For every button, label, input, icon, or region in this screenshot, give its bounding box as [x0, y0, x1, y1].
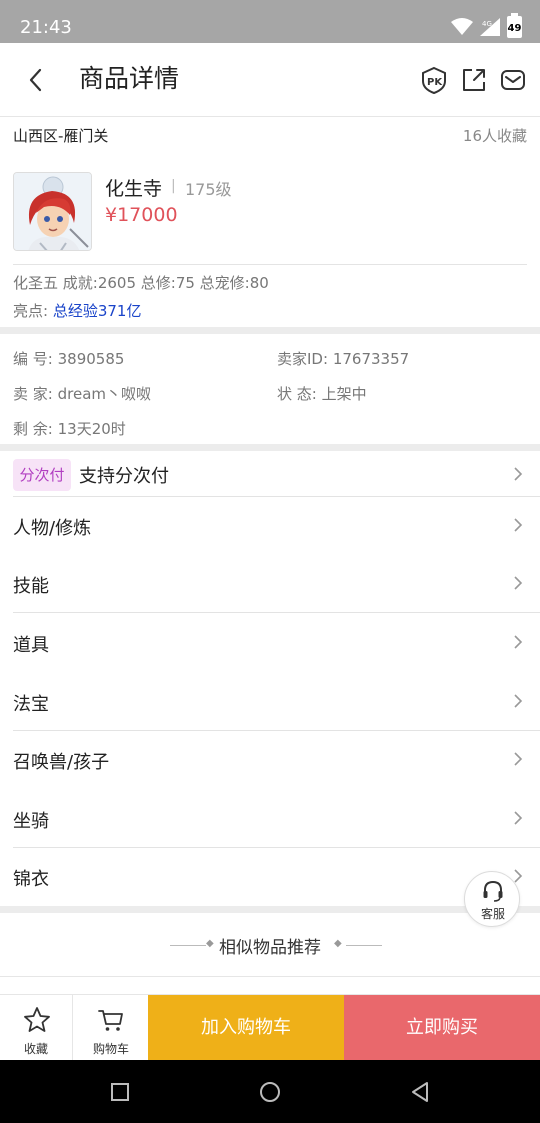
favorite-button[interactable]: 收藏 — [0, 995, 73, 1061]
similar-items-header: ◆ 相似物品推荐 ◆ — [0, 913, 540, 977]
headset-icon — [483, 880, 503, 902]
battery-level: 49 — [507, 23, 522, 34]
cart-button[interactable]: 购物车 — [74, 995, 148, 1061]
decor-line — [346, 945, 382, 946]
chevron-right-icon — [514, 576, 523, 590]
svg-text:PK: PK — [427, 77, 443, 88]
section-gap — [0, 444, 540, 451]
bottom-action-bar: 收藏 购物车 加入购物车 立即购买 — [0, 994, 540, 1061]
divider — [13, 264, 527, 265]
wifi-icon — [451, 18, 473, 35]
chevron-right-icon — [514, 635, 523, 649]
character-avatar[interactable] — [13, 172, 92, 251]
status-icons: 4G 49 — [451, 13, 522, 38]
character-stats: 化圣五 成就:2605 总修:75 总宠修:80 — [13, 274, 269, 292]
time-remaining: 剩 余: 13天20时 — [13, 418, 126, 439]
seller-id: 卖家ID: 17673357 — [277, 348, 409, 369]
name-separator: | — [171, 178, 176, 194]
section-row-skills[interactable]: 技能 — [0, 555, 540, 613]
listing-status-label: 状 态: — [277, 385, 317, 403]
installment-badge: 分次付 — [13, 459, 71, 491]
section-row-items[interactable]: 道具 — [0, 613, 540, 672]
seller-id-value: 17673357 — [332, 350, 410, 368]
section-label: 技能 — [13, 576, 49, 597]
seller-id-label: 卖家ID: — [277, 350, 329, 368]
diamond-icon: ◆ — [334, 938, 342, 949]
section-row-treasures[interactable]: 法宝 — [0, 672, 540, 731]
section-gap — [0, 327, 540, 334]
favorite-label: 收藏 — [23, 1042, 48, 1056]
section-row-mounts[interactable]: 坐骑 — [0, 789, 540, 848]
product-price: ¥17000 — [105, 204, 178, 226]
signal-icon: 4G — [480, 18, 500, 36]
seller-name-label: 卖 家: — [13, 385, 53, 403]
highlight: 亮点: 总经验371亿 — [13, 300, 141, 321]
time-remaining-label: 剩 余: — [13, 420, 53, 438]
chevron-right-icon — [514, 518, 523, 532]
listing-status-value: 上架中 — [321, 385, 367, 403]
section-label: 召唤兽/孩子 — [13, 752, 110, 773]
svg-text:4G: 4G — [482, 20, 492, 28]
chevron-right-icon — [514, 694, 523, 708]
seller-name: 卖 家: dream丶呶呶 — [13, 383, 151, 404]
section-label: 道具 — [13, 635, 49, 656]
installment-label: 支持分次付 — [79, 466, 169, 487]
similar-items-title: 相似物品推荐 — [219, 938, 321, 958]
seller-name-value: dream丶呶呶 — [57, 385, 152, 403]
back-icon[interactable] — [22, 65, 52, 95]
chevron-right-icon — [514, 811, 523, 825]
buy-now-button[interactable]: 立即购买 — [344, 995, 540, 1061]
section-row-outfits[interactable]: 锦衣 — [0, 848, 540, 906]
page-title: 商品详情 — [79, 64, 180, 93]
back-nav-icon[interactable] — [408, 1080, 432, 1104]
home-icon[interactable] — [258, 1080, 282, 1104]
character-level: 175级 — [185, 180, 232, 199]
section-row-character[interactable]: 人物/修炼 — [0, 497, 540, 555]
top-nav-bar: 商品详情 PK — [0, 43, 540, 117]
listing-info: 编 号: 3890585 卖家ID: 17673357 卖 家: dream丶呶… — [0, 336, 540, 444]
time-remaining-value: 13天20时 — [57, 420, 126, 438]
recent-apps-icon[interactable] — [110, 1082, 130, 1102]
share-icon[interactable] — [460, 66, 488, 94]
listing-id-value: 3890585 — [57, 350, 125, 368]
product-summary[interactable]: 化生寺 | 175级 ¥17000 — [0, 160, 540, 265]
section-label: 人物/修炼 — [13, 518, 92, 539]
section-gap — [0, 906, 540, 913]
cart-label: 购物车 — [92, 1042, 129, 1056]
character-portrait — [14, 173, 91, 250]
installment-row[interactable]: 分次付 支持分次付 — [0, 451, 540, 497]
listing-id-label: 编 号: — [13, 350, 53, 368]
highlight-label: 亮点: — [13, 302, 49, 320]
pk-icon[interactable]: PK — [420, 66, 448, 94]
chevron-right-icon — [514, 752, 523, 766]
highlight-value: 总经验371亿 — [52, 302, 142, 320]
section-label: 法宝 — [13, 694, 49, 715]
status-time: 21:43 — [20, 17, 72, 38]
cart-icon — [98, 1010, 123, 1031]
section-label: 坐骑 — [13, 811, 49, 832]
listing-id: 编 号: 3890585 — [13, 348, 124, 369]
section-row-pets[interactable]: 召唤兽/孩子 — [0, 731, 540, 789]
server-region: 山西区-雁门关 — [13, 127, 109, 145]
character-school: 化生寺 — [105, 178, 163, 200]
battery-icon: 49 — [507, 13, 522, 38]
add-to-cart-button[interactable]: 加入购物车 — [148, 995, 344, 1061]
section-label: 锦衣 — [13, 869, 49, 890]
star-icon — [24, 1007, 50, 1032]
system-navigation-bar — [0, 1060, 540, 1123]
favorite-count: 16人收藏 — [462, 127, 527, 145]
region-row: 山西区-雁门关 16人收藏 — [0, 117, 540, 157]
listing-status: 状 态: 上架中 — [277, 383, 367, 404]
chevron-right-icon — [514, 467, 523, 481]
mail-icon[interactable] — [499, 66, 527, 94]
status-bar: 21:43 4G 49 — [0, 0, 540, 43]
